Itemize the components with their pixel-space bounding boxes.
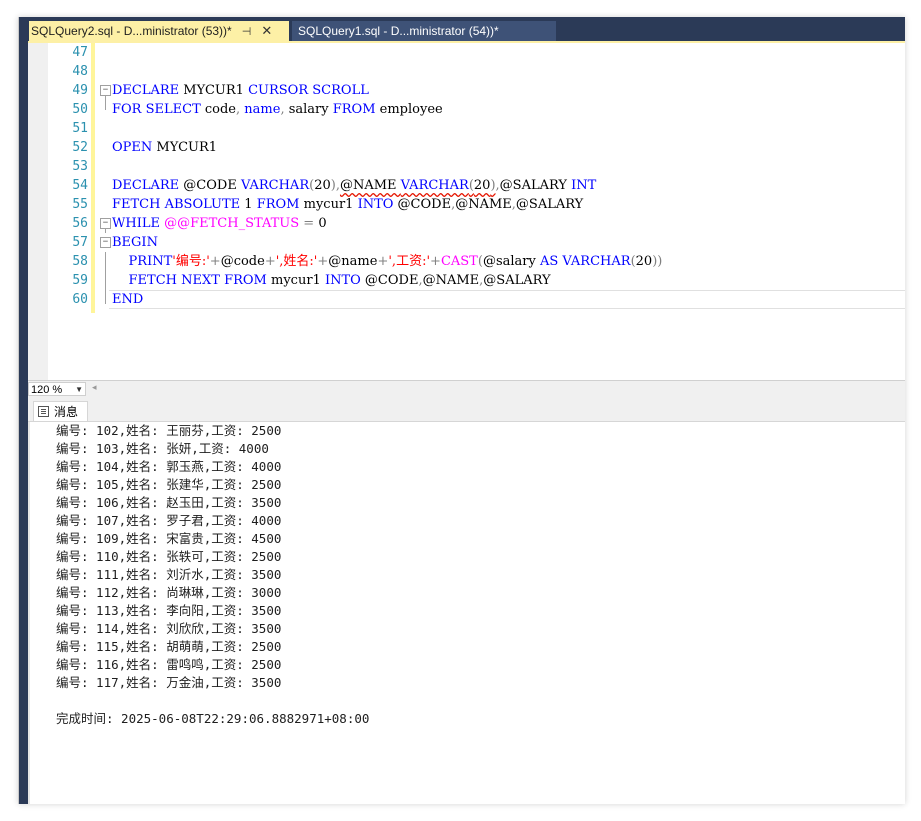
scroll-left-icon[interactable]: ◂ bbox=[92, 383, 97, 393]
message-line: 编号: 117,姓名: 万金油,工资: 3500 bbox=[56, 675, 282, 690]
message-line: 编号: 114,姓名: 刘欣欣,工资: 3500 bbox=[56, 621, 282, 636]
line-number: 48 bbox=[72, 64, 88, 79]
code-line: 48 bbox=[28, 62, 905, 81]
message-line: 编号: 109,姓名: 宋富贵,工资: 4500 bbox=[56, 531, 282, 546]
tab-sqlquery1[interactable]: SQLQuery1.sql - D...ministrator (54))* bbox=[292, 21, 556, 41]
code-line: 58 PRINT'编号:'+@code+',姓名:'+@name+',工资:'+… bbox=[28, 252, 905, 271]
line-number: 55 bbox=[72, 197, 88, 212]
line-number: 54 bbox=[72, 178, 88, 193]
message-line: 编号: 105,姓名: 张建华,工资: 2500 bbox=[56, 477, 282, 492]
code-text: PRINT'编号:'+@code+',姓名:'+@name+',工资:'+CAS… bbox=[128, 254, 663, 269]
code-text: FETCH ABSOLUTE 1 FROM mycur1 INTO @CODE,… bbox=[112, 197, 584, 212]
code-text: FOR SELECT code, name, salary FROM emplo… bbox=[112, 102, 443, 117]
code-line: 49 − DECLARE MYCUR1 CURSOR SCROLL bbox=[28, 81, 905, 100]
line-number: 47 bbox=[72, 45, 88, 60]
line-number: 59 bbox=[72, 273, 88, 288]
code-line: 55 FETCH ABSOLUTE 1 FROM mycur1 INTO @CO… bbox=[28, 195, 905, 214]
zoom-select[interactable]: 120 % ▼ bbox=[28, 382, 86, 396]
message-line: 编号: 116,姓名: 雷鸣鸣,工资: 2500 bbox=[56, 657, 282, 672]
message-line: 编号: 102,姓名: 王丽芬,工资: 2500 bbox=[56, 423, 282, 438]
pin-icon[interactable]: ⊣ bbox=[242, 25, 252, 38]
code-editor[interactable]: 47 48 49 − DECLARE MYCUR1 CURSOR SCROLL … bbox=[28, 43, 905, 383]
line-number: 58 bbox=[72, 254, 88, 269]
line-number: 57 bbox=[72, 235, 88, 250]
line-number: 53 bbox=[72, 159, 88, 174]
code-text: FETCH NEXT FROM mycur1 INTO @CODE,@NAME,… bbox=[128, 273, 551, 288]
editor-status-strip: 120 % ▼ ◂ bbox=[28, 380, 905, 398]
window-accent-bar bbox=[19, 17, 28, 804]
pane-edge bbox=[28, 422, 30, 804]
code-text: OPEN MYCUR1 bbox=[112, 140, 218, 155]
code-line: 52 OPEN MYCUR1 bbox=[28, 138, 905, 157]
fold-guide bbox=[105, 228, 106, 233]
code-line: 57 − BEGIN bbox=[28, 228, 905, 252]
messages-pane[interactable]: 编号: 102,姓名: 王丽芬,工资: 2500 编号: 103,姓名: 张妍,… bbox=[28, 422, 905, 804]
tab-messages[interactable]: 消息 bbox=[33, 401, 88, 421]
message-line: 编号: 112,姓名: 尚琳琳,工资: 3000 bbox=[56, 585, 282, 600]
line-number: 51 bbox=[72, 121, 88, 136]
zoom-value: 120 % bbox=[31, 384, 63, 396]
line-number: 50 bbox=[72, 102, 88, 117]
line-number: 52 bbox=[72, 140, 88, 155]
message-line: 编号: 104,姓名: 郭玉燕,工资: 4000 bbox=[56, 459, 282, 474]
fold-guide bbox=[105, 96, 106, 110]
fold-guide bbox=[105, 271, 106, 290]
code-text: DECLARE MYCUR1 CURSOR SCROLL bbox=[112, 83, 369, 98]
tab-label: SQLQuery1.sql - D...ministrator (54))* bbox=[298, 24, 499, 38]
message-line: 编号: 107,姓名: 罗子君,工资: 4000 bbox=[56, 513, 282, 528]
message-line: 编号: 113,姓名: 李向阳,工资: 3500 bbox=[56, 603, 282, 618]
chevron-down-icon: ▼ bbox=[75, 385, 83, 394]
collapse-icon[interactable]: − bbox=[100, 237, 111, 248]
line-number: 49 bbox=[72, 83, 88, 98]
code-line: 53 bbox=[28, 157, 905, 176]
document-tab-strip: SQLQuery2.sql - D...ministrator (53))* ⊣… bbox=[28, 17, 905, 41]
fold-guide bbox=[105, 252, 106, 271]
fold-guide bbox=[105, 290, 106, 304]
code-line: 60 END bbox=[28, 290, 905, 309]
message-line: 编号: 111,姓名: 刘沂水,工资: 3500 bbox=[56, 567, 282, 582]
code-text: DECLARE @CODE VARCHAR(20),@NAME VARCHAR(… bbox=[112, 178, 597, 193]
results-tab-strip: 消息 bbox=[28, 397, 905, 422]
code-text: END bbox=[112, 292, 144, 307]
line-number: 56 bbox=[72, 216, 88, 231]
code-text: BEGIN bbox=[112, 235, 158, 250]
tab-label: SQLQuery2.sql - D...ministrator (53))* bbox=[31, 24, 232, 38]
code-line: 47 bbox=[28, 43, 905, 62]
message-line: 编号: 103,姓名: 张妍,工资: 4000 bbox=[56, 441, 269, 456]
code-text: WHILE @@FETCH_STATUS = 0 bbox=[112, 216, 327, 231]
close-icon[interactable]: ✕ bbox=[261, 23, 272, 39]
line-number: 60 bbox=[72, 292, 88, 307]
message-line: 编号: 115,姓名: 胡萌萌,工资: 2500 bbox=[56, 639, 282, 654]
message-line: 编号: 110,姓名: 张轶可,工资: 2500 bbox=[56, 549, 282, 564]
code-line: 51 bbox=[28, 119, 905, 138]
code-line: 50 FOR SELECT code, name, salary FROM em… bbox=[28, 96, 905, 119]
code-line: 54 DECLARE @CODE VARCHAR(20),@NAME VARCH… bbox=[28, 176, 905, 195]
code-line: 59 FETCH NEXT FROM mycur1 INTO @CODE,@NA… bbox=[28, 271, 905, 290]
tab-sqlquery2[interactable]: SQLQuery2.sql - D...ministrator (53))* ⊣… bbox=[29, 21, 289, 41]
completion-time: 完成时间: 2025-06-08T22:29:06.8882971+08:00 bbox=[56, 711, 370, 726]
collapse-icon[interactable]: − bbox=[100, 85, 111, 96]
code-line: 56 − WHILE @@FETCH_STATUS = 0 bbox=[28, 214, 905, 233]
ssms-window: SQLQuery2.sql - D...ministrator (53))* ⊣… bbox=[18, 17, 905, 804]
message-line: 编号: 106,姓名: 赵玉田,工资: 3500 bbox=[56, 495, 282, 510]
tab-label: 消息 bbox=[54, 405, 79, 419]
messages-icon bbox=[38, 406, 49, 417]
